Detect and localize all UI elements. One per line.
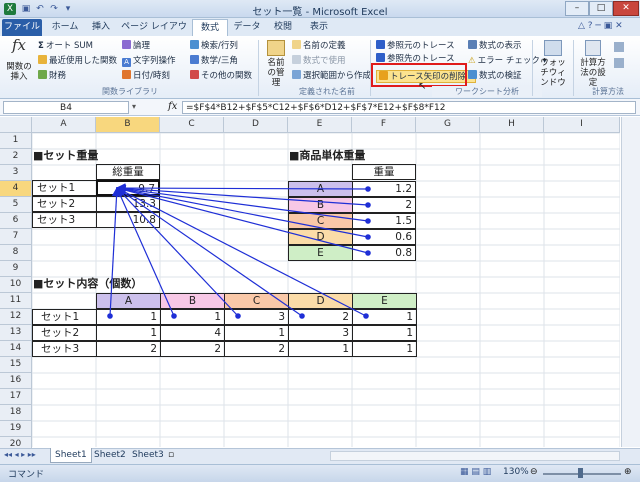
trace-arrow [115,183,369,206]
trace-arrow [116,187,239,317]
trace-arrow [109,186,122,317]
vertical-scrollbar[interactable] [621,117,640,447]
trace-arrows [107,183,371,319]
view-buttons-icon[interactable]: ▦ ▤ ▥ [460,467,491,477]
trace-arrow [116,187,303,317]
sheet-tab-2[interactable]: Sheet2 [90,448,130,463]
sheet-nav-icon[interactable]: ◂◂ ◂ ▸ ▸▸ [4,450,36,459]
new-sheet-icon[interactable]: ▫ [168,450,174,460]
trace-arrow [115,184,369,222]
trace-arrow [115,185,369,254]
trace-arrow [115,183,369,193]
zoom-slider-thumb[interactable] [578,468,583,478]
sheet-tab-3[interactable]: Sheet3 [128,448,168,463]
trace-arrow [115,187,367,317]
status-mode: コマンド [8,470,45,480]
zoom-out-icon[interactable]: ⊖ [530,467,538,477]
horizontal-scrollbar[interactable] [330,451,620,461]
trace-arrow [115,184,369,238]
sheet-tab-1[interactable]: Sheet1 [50,448,92,463]
zoom-level[interactable]: 130% [503,467,529,477]
zoom-in-icon[interactable]: ⊕ [624,467,632,477]
